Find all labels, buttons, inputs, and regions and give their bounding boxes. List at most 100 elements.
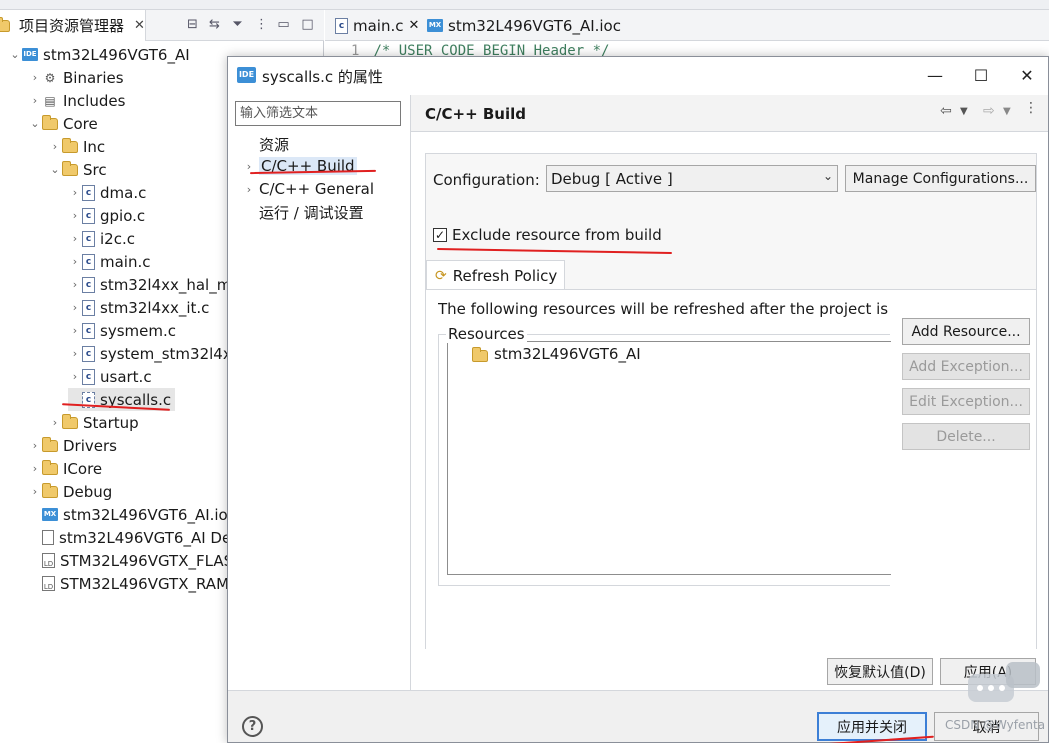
tab-main-c[interactable]: c main.c ✕ [329, 10, 425, 41]
minimize-window-icon[interactable]: — [912, 57, 958, 95]
chevron-right-icon[interactable]: › [28, 94, 42, 107]
maximize-window-icon[interactable]: ☐ [958, 57, 1004, 95]
chevron-right-icon[interactable]: › [28, 485, 42, 498]
exclude-resource-label[interactable]: Exclude resource from build [452, 226, 662, 244]
tree-item[interactable]: › c stm32l4xx_it.c [68, 296, 210, 319]
tree-item[interactable]: › ICore [28, 457, 102, 480]
view-menu-icon[interactable]: ⋮ [1024, 100, 1038, 116]
sash-divider[interactable] [410, 95, 411, 690]
manage-configurations-button[interactable]: Manage Configurations... [845, 165, 1036, 192]
nav-item-cpp-general[interactable]: › C/C++ General [242, 178, 374, 200]
delete-button[interactable]: Delete... [902, 423, 1030, 450]
tree-item[interactable]: › c sysmem.c [68, 319, 176, 342]
tab-project-explorer[interactable]: 项目资源管理器 ✕ [0, 10, 146, 41]
chevron-right-icon[interactable]: › [68, 278, 82, 291]
chevron-down-icon[interactable]: ▼ [960, 106, 968, 117]
help-icon[interactable]: ? [242, 716, 263, 737]
editor-tab-label: main.c [353, 16, 404, 35]
chevron-right-icon[interactable]: › [68, 255, 82, 268]
tree-item[interactable]: › c i2c.c [68, 227, 135, 250]
back-arrow-icon[interactable]: ⇦ [940, 103, 952, 119]
tree-item-label: system_stm32l4xx. [100, 344, 246, 363]
tree-item[interactable]: LD STM32L496VGTX_RAM.l [28, 572, 238, 595]
tree-item[interactable]: › c stm32l4xx_hal_msp [68, 273, 249, 296]
chevron-right-icon[interactable]: › [242, 160, 256, 173]
c-file-icon: c [82, 207, 95, 224]
add-resource-button[interactable]: Add Resource... [902, 318, 1030, 345]
chevron-right-icon[interactable]: › [68, 209, 82, 222]
tree-item[interactable]: stm32L496VGT6_AI Deb [28, 526, 241, 549]
chevron-right-icon[interactable]: › [48, 140, 62, 153]
chevron-right-icon[interactable]: › [68, 324, 82, 337]
tab-ioc-file[interactable]: MX stm32L496VGT6_AI.ioc [421, 10, 627, 41]
tree-item[interactable]: › Inc [48, 135, 105, 158]
edit-exception-button[interactable]: Edit Exception... [902, 388, 1030, 415]
filter-icon[interactable]: ⏷ [230, 17, 245, 32]
chevron-right-icon[interactable]: › [68, 301, 82, 314]
tree-item[interactable]: › Drivers [28, 434, 117, 457]
tree-item[interactable]: › Debug [28, 480, 112, 503]
c-file-icon: c [82, 253, 95, 270]
exclude-resource-checkbox[interactable]: ✓ [433, 228, 447, 242]
resource-item[interactable]: stm32L496VGT6_AI [472, 345, 641, 363]
c-file-icon: c [82, 184, 95, 201]
close-icon[interactable]: ✕ [134, 18, 145, 33]
tree-item[interactable]: ⌄ IDE stm32L496VGT6_AI [8, 43, 190, 66]
editor-tab-label: stm32L496VGT6_AI.ioc [448, 16, 621, 35]
tree-item[interactable]: MX stm32L496VGT6_AI.ioc [28, 503, 236, 526]
chevron-down-icon[interactable]: ⌄ [8, 48, 22, 61]
chevron-right-icon[interactable]: › [68, 232, 82, 245]
tree-item-label: stm32L496VGT6_AI [43, 45, 190, 64]
tree-item[interactable]: › c gpio.c [68, 204, 145, 227]
minimize-icon[interactable]: ▭ [276, 17, 291, 32]
filter-input[interactable] [235, 101, 401, 126]
chevron-down-icon[interactable]: ⌄ [28, 117, 42, 130]
tree-item[interactable]: › Startup [48, 411, 139, 434]
exclude-resource-row[interactable]: ✓ Exclude resource from build [433, 225, 662, 245]
tree-item[interactable]: › c main.c [68, 250, 151, 273]
tree-item[interactable]: › c usart.c [68, 365, 152, 388]
c-file-icon: c [335, 17, 348, 34]
add-exception-button[interactable]: Add Exception... [902, 353, 1030, 380]
close-icon[interactable]: ✕ [409, 18, 420, 33]
maximize-icon[interactable]: □ [300, 17, 315, 32]
chevron-right-icon[interactable]: › [28, 462, 42, 475]
tree-item[interactable]: ⌄ Core [28, 112, 98, 135]
tree-item[interactable]: ⌄ Src [48, 158, 107, 181]
chevron-right-icon[interactable]: › [68, 186, 82, 199]
tree-item-label: ICore [63, 459, 103, 478]
link-with-editor-icon[interactable]: ⇆ [207, 17, 222, 32]
collapse-all-icon[interactable]: ⊟ [185, 17, 200, 32]
configuration-label: Configuration: [433, 171, 540, 189]
tree-item[interactable]: › c dma.c [68, 181, 147, 204]
chevron-right-icon[interactable]: › [68, 347, 82, 360]
close-window-icon[interactable]: ✕ [1004, 57, 1049, 95]
chevron-right-icon[interactable]: › [28, 439, 42, 452]
tree-item-label: Drivers [63, 436, 117, 455]
chevron-right-icon[interactable]: › [48, 416, 62, 429]
nav-item-label: 运行 / 调试设置 [259, 203, 364, 222]
nav-item-run-debug[interactable]: 运行 / 调试设置 [259, 201, 364, 223]
forward-arrow-icon[interactable]: ⇨ [983, 103, 995, 119]
nav-item-resource[interactable]: 资源 [259, 133, 289, 155]
chevron-right-icon[interactable]: › [242, 183, 256, 196]
configuration-select[interactable]: Debug [ Active ] ⌄ [546, 165, 838, 192]
resources-list[interactable]: stm32L496VGT6_AI [447, 341, 891, 575]
tree-item[interactable]: › ▤ Includes [28, 89, 126, 112]
tree-item[interactable]: › ⚙ Binaries [28, 66, 124, 89]
c-file-icon: c [82, 230, 95, 247]
tree-item[interactable]: LD STM32L496VGTX_FLASH [28, 549, 244, 572]
tree-item[interactable]: › c system_stm32l4xx. [68, 342, 246, 365]
chevron-down-icon[interactable]: ⌄ [48, 163, 62, 176]
resources-label: Resources [446, 325, 527, 343]
view-menu-icon[interactable]: ⋮ [254, 17, 269, 32]
chevron-down-icon[interactable]: ▼ [1003, 106, 1011, 117]
restore-defaults-button[interactable]: 恢复默认值(D) [827, 658, 933, 685]
tab-refresh-policy[interactable]: ⟳ Refresh Policy [426, 260, 565, 290]
linker-file-icon: LD [42, 576, 55, 591]
configuration-value: Debug [ Active ] [551, 169, 673, 188]
document-icon [42, 530, 54, 545]
chevron-right-icon[interactable]: › [28, 71, 42, 84]
chevron-right-icon[interactable]: › [68, 370, 82, 383]
ide-icon: IDE [237, 67, 256, 83]
